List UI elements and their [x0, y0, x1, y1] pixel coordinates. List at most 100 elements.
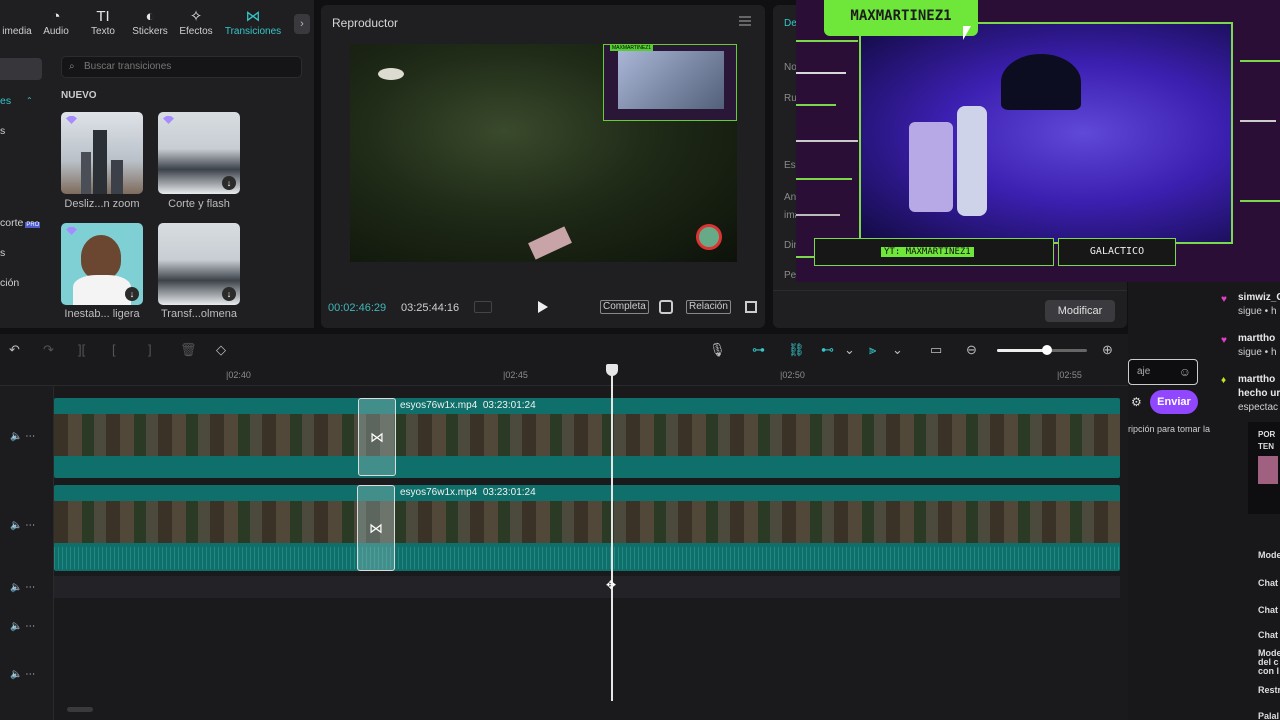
- tab-stickers[interactable]: ◐ Stickers: [125, 8, 175, 37]
- promo-sub: TEN: [1258, 442, 1274, 451]
- tab-audio[interactable]: ◔ Audio: [31, 8, 81, 37]
- person-thumb: [81, 235, 121, 279]
- details-tab[interactable]: De: [784, 18, 797, 29]
- cursor-icon: [963, 26, 971, 40]
- gear-icon[interactable]: ⚙: [1131, 395, 1142, 409]
- split-icon[interactable]: ][: [78, 342, 85, 357]
- effects-icon: ✧: [189, 8, 203, 25]
- send-button[interactable]: Enviar: [1150, 390, 1198, 414]
- redo-icon[interactable]: ↷: [43, 342, 54, 358]
- tab-transiciones[interactable]: ⋈ Transiciones: [222, 8, 284, 37]
- transition-marker[interactable]: ⋈: [357, 485, 395, 571]
- download-icon[interactable]: ↓: [222, 176, 236, 190]
- emoji-icon[interactable]: ☺: [1179, 360, 1191, 384]
- building-thumb: [93, 130, 107, 194]
- video-preview[interactable]: MAXMARTINEZ1: [350, 44, 737, 262]
- microphone-icon[interactable]: 🎙: [709, 342, 726, 358]
- tab-efectos[interactable]: ✧ Efectos: [171, 8, 221, 37]
- track-controls[interactable]: 🔈 ⋯: [10, 520, 35, 531]
- delete-icon[interactable]: 🗑: [180, 342, 197, 358]
- media-panel: imedia ◔ Audio TI Texto ◐ Stickers ✧ Efectos…: [0, 0, 314, 328]
- play-button[interactable]: [538, 301, 548, 313]
- preview-axis-icon[interactable]: ⊷: [821, 342, 834, 358]
- sidebar-item-active[interactable]: es: [0, 95, 11, 107]
- transition-marker[interactable]: ⋈: [358, 398, 396, 476]
- empty-track[interactable]: [54, 576, 1120, 598]
- side-label: Mode: [1258, 550, 1280, 560]
- premium-icon: [66, 227, 77, 235]
- video-clip[interactable]: esyos76w1x.mp4 03:23:01:24: [54, 398, 1120, 478]
- heart-icon: ♥: [1221, 294, 1227, 305]
- transitions-icon: ⋈: [245, 8, 261, 25]
- zoom-knob[interactable]: [1041, 345, 1052, 355]
- zoom-slider[interactable]: [997, 345, 1087, 355]
- time-ruler[interactable]: |02:40 |02:45 |02:50 |02:55: [0, 362, 1128, 386]
- player-panel: Reproductor MAXMARTINEZ1 00:02:46:29 03:…: [321, 5, 765, 328]
- undo-icon[interactable]: ↶: [9, 342, 20, 358]
- transition-card[interactable]: ↓: [158, 223, 240, 305]
- transition-card[interactable]: ↓: [61, 223, 143, 305]
- link-icon[interactable]: ⛓: [788, 342, 805, 358]
- fullscreen-icon[interactable]: [745, 301, 757, 313]
- yt-label: YT: MAXMARTINEZ1: [881, 247, 974, 257]
- chat-user[interactable]: marttho: [1238, 333, 1275, 344]
- track-controls[interactable]: 🔈 ⋯: [10, 582, 35, 593]
- audio-waveform: [54, 547, 1120, 569]
- transition-label: Transf...olmena: [160, 308, 237, 320]
- side-label: Chat: [1258, 630, 1278, 640]
- ruler-label: |02:50: [780, 370, 805, 380]
- full-quality-button[interactable]: Completa: [600, 300, 649, 314]
- chat-input[interactable]: aje ☺: [1128, 359, 1198, 385]
- menu-icon[interactable]: [739, 16, 751, 26]
- audio-icon: ◔: [51, 8, 61, 25]
- chat-user[interactable]: simwiz_C: [1238, 292, 1280, 303]
- video-clip[interactable]: esyos76w1x.mp4 03:23:01:24: [54, 485, 1120, 571]
- chat-text: sigue • h: [1238, 306, 1277, 317]
- playhead-handle[interactable]: [606, 364, 618, 376]
- transition-card[interactable]: ↓: [158, 112, 240, 194]
- download-icon[interactable]: ↓: [125, 287, 139, 301]
- chevron-up-icon[interactable]: ⌃: [26, 96, 33, 105]
- sidebar-item[interactable]: ción: [0, 277, 19, 289]
- track-controls[interactable]: 🔈 ⋯: [10, 669, 35, 680]
- modify-button[interactable]: Modificar: [1045, 300, 1115, 322]
- tab-texto[interactable]: TI Texto: [78, 8, 128, 37]
- minimap-icon: [696, 224, 722, 250]
- tabs-more-button[interactable]: ›: [294, 14, 310, 34]
- chat-user[interactable]: marttho: [1238, 374, 1275, 385]
- sidebar-item[interactable]: s: [0, 125, 5, 137]
- magnet-icon[interactable]: ⊶: [752, 342, 765, 358]
- zoom-out-icon[interactable]: ⊖: [966, 342, 977, 358]
- split-right-icon[interactable]: ]: [148, 342, 152, 357]
- zoom-fill: [997, 349, 1047, 352]
- team-label: GALACTICO: [1058, 238, 1176, 266]
- chevron-down-icon[interactable]: ⌄: [844, 342, 855, 358]
- sidebar-item-corte[interactable]: corte PRO: [0, 217, 41, 229]
- thumbnail-icon[interactable]: ▭: [930, 342, 942, 358]
- split-left-icon[interactable]: [: [112, 342, 116, 357]
- ruler-label: |02:45: [503, 370, 528, 380]
- track-controls[interactable]: 🔈 ⋯: [10, 621, 35, 632]
- person-thumb: [73, 275, 131, 305]
- zoom-in-icon[interactable]: ⊕: [1102, 342, 1113, 358]
- download-icon[interactable]: ↓: [222, 287, 236, 301]
- sticker-icon: ◐: [145, 8, 155, 25]
- divider: [773, 290, 1127, 291]
- side-label: Chat: [1258, 578, 1278, 588]
- sidebar-item[interactable]: s: [0, 247, 5, 259]
- clip-frames: [54, 414, 1120, 456]
- search-input[interactable]: ⌕ Buscar transiciones: [61, 56, 302, 78]
- track-controls[interactable]: 🔈 ⋯: [10, 431, 35, 442]
- promo-thumb: [1258, 456, 1278, 484]
- horizontal-scrollbar[interactable]: [67, 707, 93, 712]
- marker-icon[interactable]: ◇: [216, 342, 226, 358]
- transition-card[interactable]: [61, 112, 143, 194]
- screenshot-icon[interactable]: [659, 300, 673, 314]
- grid-icon[interactable]: [474, 301, 492, 313]
- chevron-down-icon[interactable]: ⌄: [892, 342, 903, 358]
- playhead[interactable]: [611, 366, 613, 701]
- player-title: Reproductor: [332, 16, 399, 30]
- snap-icon[interactable]: ⫸: [869, 342, 876, 358]
- ratio-button[interactable]: Relación: [686, 300, 731, 314]
- scanline: [796, 40, 858, 42]
